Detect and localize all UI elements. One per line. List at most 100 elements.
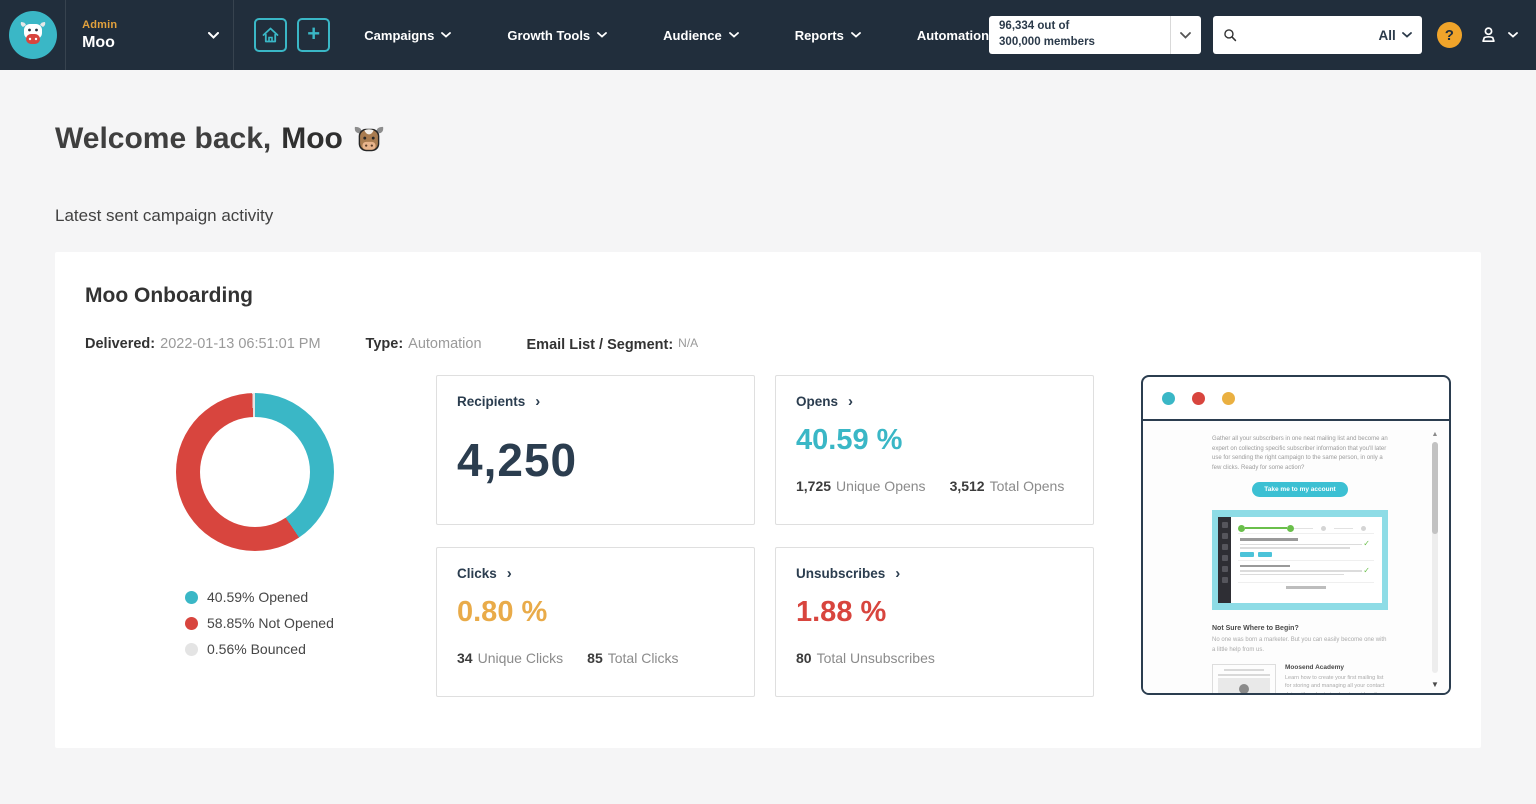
account-switcher[interactable]: Admin Moo [66,0,234,70]
account-name: Moo [82,33,115,51]
academy-block: Moosend Academy Learn how to create your… [1285,664,1388,693]
chart-legend: 40.59% Opened 58.85% Not Opened 0.56% Bo… [185,589,436,657]
list-value: N/A [678,336,699,350]
email-help-section: Not Sure Where to Begin? No one was born… [1212,625,1388,693]
campaign-title: Moo Onboarding [85,284,253,307]
email-content: Gather all your subscribers in one neat … [1212,435,1388,693]
app-screenshot-inner: ✓ ✓ [1218,517,1382,604]
cow-emoji-icon [354,126,384,152]
footer-row-thumbnail [1238,582,1374,589]
menu-reports[interactable]: Reports [795,28,861,43]
chevron-down-icon [208,31,219,39]
stat-label: Opens [796,394,839,409]
window-dot-teal [1162,391,1175,405]
type-label: Type: [365,336,404,352]
legend-dot-opened [185,590,198,604]
help-section-text: No one was born a marketer. But you can … [1212,637,1387,653]
email-preview-frame[interactable]: Gather all your subscribers in one neat … [1141,375,1451,695]
app-sidebar-thumbnail [1218,517,1231,604]
unsubscribes-rate-value: 1.88 % [796,596,887,628]
unsubscribes-card: Unsubscribes › 1.88 % 80 Total Unsubscrib… [775,547,1094,697]
donut-chart [176,393,334,551]
scroll-down-icon[interactable]: ▼ [1430,680,1440,689]
legend-text: 40.59% Opened [207,589,309,605]
scroll-up-icon[interactable]: ▲ [1430,431,1440,438]
unsubscribes-header-link[interactable]: Unsubscribes › [796,566,1073,581]
total-clicks-label: Total Clicks [607,650,679,666]
app-logo[interactable] [0,0,67,70]
type-value: Automation [408,336,482,352]
stats-grid: Recipients › 4,250 Opens › 40.59 % 1,725… [436,375,1094,697]
total-unsubscribes-count: 80 [796,650,812,666]
chevron-right-icon: › [895,565,901,582]
legend-text: 58.85% Not Opened [207,615,334,631]
opens-header-link[interactable]: Opens › [796,394,1073,409]
chevron-down-icon [1171,31,1201,39]
menu-campaigns[interactable]: Campaigns [364,28,452,43]
search-scope-value: All [1378,27,1396,43]
search-input[interactable] [1242,27,1373,43]
campaign-metrics-row: 40.59% Opened 58.85% Not Opened 0.56% Bo… [85,375,1451,697]
plus-icon: + [307,21,321,46]
welcome-name: Moo [281,122,343,155]
help-button[interactable]: ? [1436,22,1462,48]
members-count-line2: 300,000 members [999,36,1095,48]
total-unsubscribes: 80 Total Unsubscribes [796,650,935,666]
help-section-title: Not Sure Where to Begin? [1212,625,1299,633]
total-opens-label: Total Opens [989,478,1065,494]
type-meta: Type: Automation [366,336,482,353]
menu-label: Automation [916,27,990,43]
task-row-thumbnail: ✓ [1238,533,1374,560]
window-dot-red [1192,391,1205,405]
total-unsubscribes-label: Total Unsubscribes [816,650,935,666]
check-icon: ✓ [1363,565,1370,575]
search-scope-dropdown[interactable]: All [1378,27,1412,43]
total-clicks: 85 Total Clicks [587,650,678,666]
cow-face-icon [20,22,45,44]
legend-dot-not-opened [185,616,198,630]
members-quota-dropdown[interactable]: 96,334 out of 300,000 members [989,16,1201,54]
scrollbar-track[interactable] [1432,442,1438,673]
email-body-text: Gather all your subscribers in one neat … [1212,436,1388,471]
user-profile-menu[interactable] [1478,25,1518,45]
stat-label: Recipients [457,394,526,409]
progress-steps-thumbnail [1238,523,1374,533]
dashboard-main: Welcome back, Moo Latest sent campaign a… [0,122,1536,748]
total-clicks-count: 85 [587,650,603,666]
scrollbar-thumb[interactable] [1432,442,1438,534]
chevron-down-icon [1508,32,1518,38]
menu-audience[interactable]: Audience [663,28,739,43]
chevron-down-icon [1401,32,1412,38]
recipients-value: 4,250 [457,434,578,486]
legend-text: 0.56% Bounced [207,641,306,657]
chevron-right-icon: › [848,393,854,410]
total-opens-count: 3,512 [949,478,985,494]
cow-logo-icon [8,11,57,59]
global-search: All [1212,16,1422,54]
campaign-meta: Delivered: 2022-01-13 06:51:01 PM Type: Au… [85,336,1451,353]
email-preview-panel: Gather all your subscribers in one neat … [1141,375,1451,697]
opens-sub-stats: 1,725 Unique Opens 3,512 Total Opens [796,478,1073,494]
preview-scrollbar[interactable]: ▲ ▼ [1430,431,1440,689]
home-button[interactable] [254,18,288,52]
stat-label: Unsubscribes [796,566,886,581]
unique-opens: 1,725 Unique Opens [796,478,926,494]
welcome-heading: Welcome back, Moo [55,122,1481,156]
create-new-button[interactable]: + [297,18,331,52]
menu-growth-tools[interactable]: Growth Tools [507,28,608,43]
clicks-header-link[interactable]: Clicks › [457,566,734,581]
unique-clicks: 34 Unique Clicks [457,650,563,666]
legend-dot-bounced [185,642,198,656]
person-avatar [1239,683,1249,693]
chevron-down-icon [728,32,739,38]
campaign-activity-card: Moo Onboarding Delivered: 2022-01-13 06:5… [55,252,1481,748]
chevron-right-icon: › [535,393,541,410]
recipients-header-link[interactable]: Recipients › [457,394,734,409]
academy-text: Learn how to create your first mailing l… [1285,674,1385,693]
clicks-rate-value: 0.80 % [457,596,548,628]
unique-clicks-count: 34 [457,650,473,666]
open-rate-chart-panel: 40.59% Opened 58.85% Not Opened 0.56% Bo… [85,375,436,697]
account-role-label: Admin [82,18,118,31]
menu-automation[interactable]: Automation [917,28,989,43]
browser-chrome-bar [1143,377,1449,421]
